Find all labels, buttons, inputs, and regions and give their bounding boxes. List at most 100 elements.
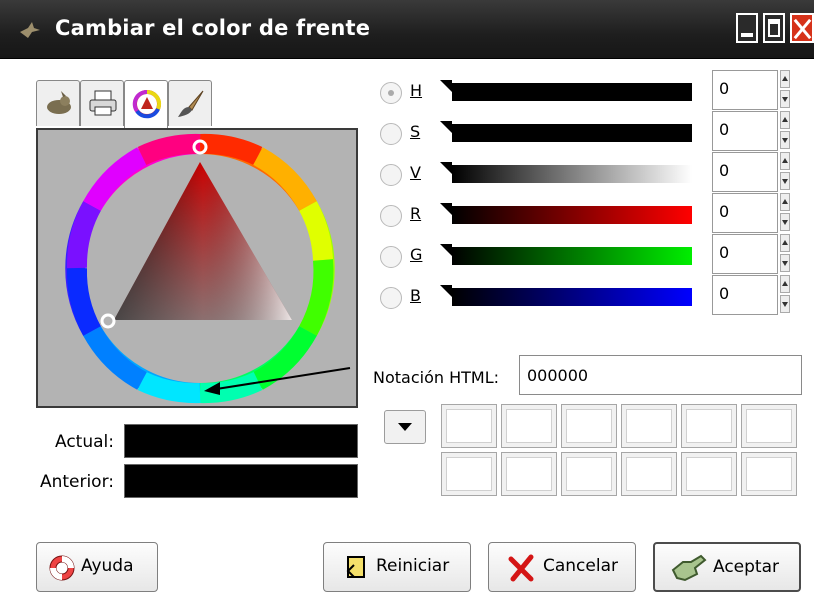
channel-spinner-r[interactable] (780, 193, 792, 233)
channel-slider-b[interactable] (440, 285, 700, 309)
html-notation-label: Notación HTML: (373, 368, 500, 387)
channel-label-r: R (410, 204, 422, 223)
channel-spinner-v[interactable] (780, 152, 792, 192)
tab-printer[interactable] (80, 80, 124, 126)
reset-button[interactable]: Reiniciar (323, 542, 471, 592)
window-title: Cambiar el color de frente (55, 16, 371, 40)
html-notation-input[interactable]: 000000 (519, 355, 802, 395)
history-dropdown-button[interactable] (384, 410, 426, 444)
reset-icon (346, 556, 365, 578)
channel-spinner-b[interactable] (780, 275, 792, 315)
color-history-slot[interactable] (561, 452, 617, 496)
lifebuoy-icon (49, 555, 75, 581)
cancel-button-label: Cancelar (543, 556, 618, 576)
color-history-slot[interactable] (561, 404, 617, 448)
close-button[interactable] (790, 13, 814, 43)
channel-value-text: 0 (719, 284, 730, 303)
spin-down-icon[interactable] (780, 213, 790, 231)
spin-up-icon[interactable] (780, 193, 790, 211)
color-history-slot[interactable] (441, 452, 497, 496)
ok-button[interactable]: Aceptar (653, 542, 801, 592)
channel-value-b[interactable]: 0 (712, 275, 778, 315)
color-history-slot[interactable] (681, 452, 737, 496)
ok-button-label: Aceptar (713, 557, 779, 577)
slider-handle[interactable] (440, 80, 452, 92)
color-history-slot[interactable] (501, 404, 557, 448)
channel-label-s: S (410, 122, 421, 141)
channel-value-text: 0 (719, 120, 730, 139)
channel-spinner-g[interactable] (780, 234, 792, 274)
channel-label-g: G (410, 245, 423, 264)
slider-handle[interactable] (440, 203, 452, 215)
channel-slider-s[interactable] (440, 121, 700, 145)
spin-up-icon[interactable] (780, 234, 790, 252)
channel-value-h[interactable]: 0 (712, 70, 778, 110)
spin-down-icon[interactable] (780, 254, 790, 272)
channel-radio-r[interactable] (380, 205, 402, 227)
gimp-icon (47, 91, 71, 114)
channel-value-text: 0 (719, 161, 730, 180)
spin-up-icon[interactable] (780, 70, 790, 88)
channel-label-b: B (410, 286, 421, 305)
color-history-slot[interactable] (741, 452, 797, 496)
channel-spinner-h[interactable] (780, 70, 792, 110)
app-icon (20, 22, 40, 38)
channel-value-v[interactable]: 0 (712, 152, 778, 192)
color-history-slot[interactable] (501, 452, 557, 496)
spin-up-icon[interactable] (780, 111, 790, 129)
color-wheel-icon (132, 89, 162, 119)
channel-value-s[interactable]: 0 (712, 111, 778, 151)
slider-handle[interactable] (440, 162, 452, 174)
printer-icon (89, 90, 117, 116)
tab-color-wheel[interactable] (124, 80, 168, 128)
channel-slider-h[interactable] (440, 80, 700, 104)
channel-radio-s[interactable] (380, 123, 402, 145)
previous-color-swatch[interactable] (124, 464, 358, 498)
annotation-arrow (204, 367, 351, 395)
color-history-slot[interactable] (681, 404, 737, 448)
minimize-button[interactable] (736, 13, 758, 43)
tab-brush[interactable] (168, 80, 212, 126)
brush-icon (178, 90, 204, 117)
channel-radio-g[interactable] (380, 246, 402, 268)
channel-slider-v[interactable] (440, 162, 700, 186)
spin-down-icon[interactable] (780, 172, 790, 190)
channel-label-h: H (410, 81, 423, 100)
channel-slider-g[interactable] (440, 244, 700, 268)
spin-up-icon[interactable] (780, 275, 790, 293)
channel-value-text: 0 (719, 79, 730, 98)
spin-down-icon[interactable] (780, 295, 790, 313)
color-history-slot[interactable] (621, 404, 677, 448)
channel-spinner-s[interactable] (780, 111, 792, 151)
sv-marker[interactable] (100, 313, 116, 329)
color-history-slot[interactable] (621, 452, 677, 496)
help-button[interactable]: Ayuda (36, 542, 158, 592)
current-color-label: Actual: (55, 432, 114, 452)
channel-value-text: 0 (719, 202, 730, 221)
maximize-button[interactable] (763, 13, 785, 43)
channel-radio-v[interactable] (380, 164, 402, 186)
spin-down-icon[interactable] (780, 131, 790, 149)
channel-label-v: V (410, 163, 421, 182)
slider-handle[interactable] (440, 244, 452, 256)
channel-radio-h[interactable] (380, 82, 402, 104)
cross-icon (508, 554, 534, 582)
sv-triangle[interactable] (114, 162, 292, 320)
color-history-slot[interactable] (741, 404, 797, 448)
slider-handle[interactable] (440, 121, 452, 133)
reset-button-label: Reiniciar (376, 556, 450, 576)
help-button-label: Ayuda (81, 556, 134, 576)
color-history-slot[interactable] (441, 404, 497, 448)
channel-value-g[interactable]: 0 (712, 234, 778, 274)
current-color-swatch (124, 424, 358, 458)
channel-value-text: 0 (719, 243, 730, 262)
channel-radio-b[interactable] (380, 287, 402, 309)
spin-down-icon[interactable] (780, 90, 790, 108)
channel-value-r[interactable]: 0 (712, 193, 778, 233)
slider-handle[interactable] (440, 285, 452, 297)
channel-slider-r[interactable] (440, 203, 700, 227)
tab-gimp[interactable] (36, 80, 80, 126)
spin-up-icon[interactable] (780, 152, 790, 170)
title-bar: Cambiar el color de frente (0, 0, 814, 59)
cancel-button[interactable]: Cancelar (488, 542, 636, 592)
